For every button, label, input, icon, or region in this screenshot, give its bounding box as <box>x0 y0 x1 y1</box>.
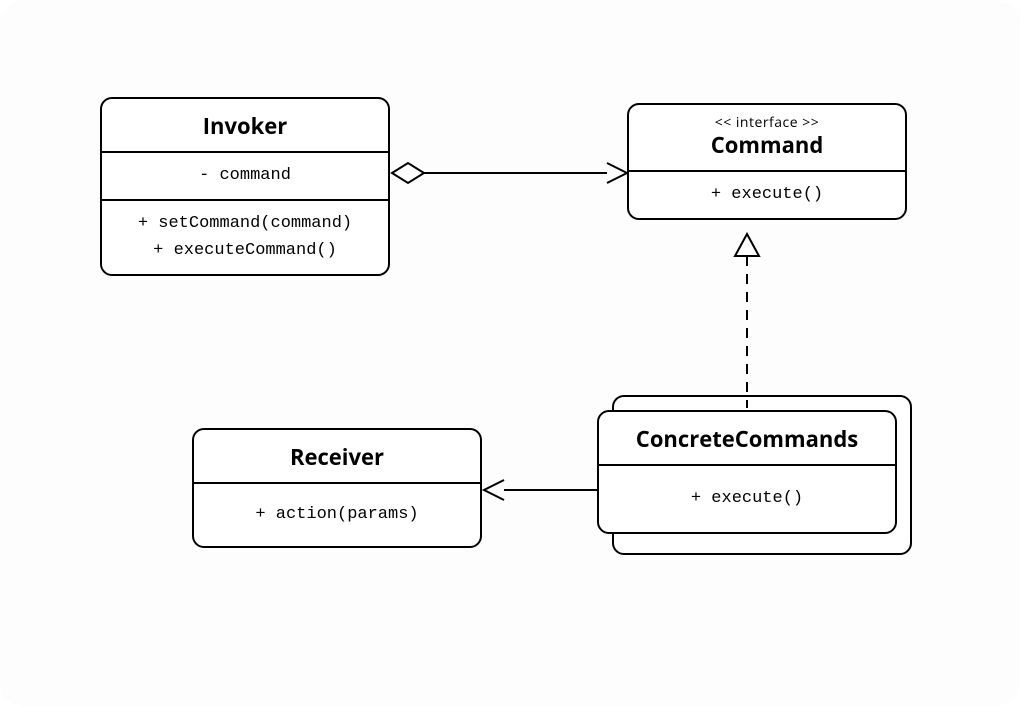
diagram-canvas: Invoker - command + setCommand(command) … <box>0 0 1020 706</box>
method-line: + execute() <box>637 182 897 208</box>
class-methods: + execute() <box>629 170 905 218</box>
class-title: ConcreteCommands <box>599 412 895 464</box>
uml-class-invoker: Invoker - command + setCommand(command) … <box>100 97 390 276</box>
uml-interface-command: << interface >> Command + execute() <box>627 103 907 220</box>
class-title: Command <box>629 126 905 170</box>
attr-line: - command <box>110 163 380 189</box>
relation-invoker-aggregates-command <box>392 163 627 183</box>
relation-concrete-uses-receiver <box>484 480 597 500</box>
class-attributes: - command <box>102 151 388 199</box>
method-line: + execute() <box>607 486 887 512</box>
method-line: + setCommand(command) <box>110 211 380 237</box>
relation-concrete-implements-command <box>735 234 759 408</box>
class-methods: + action(params) <box>194 482 480 546</box>
class-title: Invoker <box>102 99 388 151</box>
class-methods: + setCommand(command) + executeCommand() <box>102 199 388 274</box>
class-methods: + execute() <box>599 464 895 532</box>
method-line: + executeCommand() <box>110 238 380 264</box>
uml-class-receiver: Receiver + action(params) <box>192 428 482 548</box>
class-title: Receiver <box>194 430 480 482</box>
uml-class-concrete-commands: ConcreteCommands + execute() <box>597 410 897 534</box>
method-line: + action(params) <box>202 502 472 528</box>
